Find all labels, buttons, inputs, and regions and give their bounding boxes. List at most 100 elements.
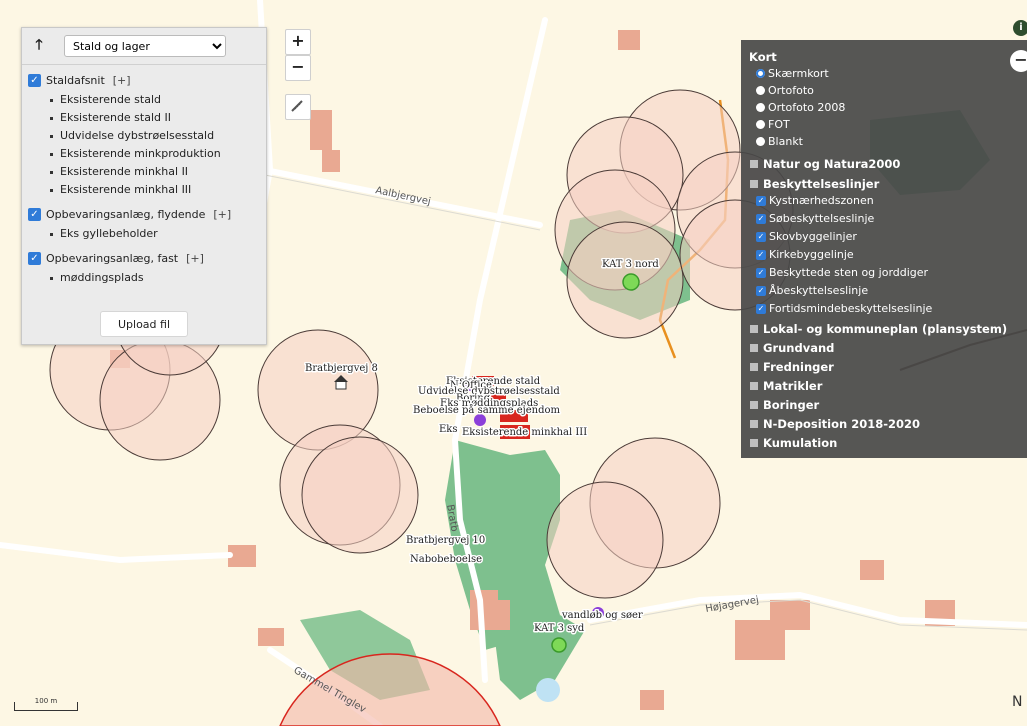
radio-selected-icon	[756, 69, 765, 78]
group-toggle-icon	[750, 363, 758, 371]
layer-fortidsminde[interactable]: ✓ Fortidsmindebeskyttelseslinje	[756, 302, 932, 315]
label-kat3-nord: KAT 3 nord	[602, 259, 659, 270]
group-toggle-icon	[750, 420, 758, 428]
group-label: Opbevaringsanlæg, flydende	[46, 208, 206, 221]
basemap-blankt[interactable]: Blankt	[756, 135, 803, 148]
group-toggle-icon	[750, 401, 758, 409]
checkbox-icon: ✓	[756, 231, 766, 242]
expand-toggle[interactable]: [+]	[213, 208, 231, 221]
legend-group-label: Kumulation	[763, 436, 838, 450]
group-toggle-icon	[750, 325, 758, 333]
north-arrow-icon: N	[1012, 694, 1023, 710]
legend-panel: Kort Skærmkort Ortofoto Ortofoto 2008 FO…	[741, 40, 1027, 458]
layer-item: Eks gyllebeholder	[50, 225, 266, 243]
legend-group-fredninger[interactable]: Fredninger	[750, 360, 834, 374]
group-toggle-icon	[750, 439, 758, 447]
layer-item: møddingsplads	[50, 269, 266, 287]
radio-icon	[756, 103, 765, 112]
legend-group-label: Boringer	[763, 398, 820, 412]
label-nabobeboelse: Nabobeboelse	[410, 554, 482, 565]
label-eks: Eks	[439, 424, 458, 435]
basemap-label: Ortofoto 2008	[768, 101, 846, 114]
layer-label: Åbeskyttelseslinje	[769, 284, 869, 297]
group-label: Opbevaringsanlæg, fast	[46, 252, 179, 265]
checkbox-icon: ✓	[756, 249, 766, 260]
legend-group-boringer[interactable]: Boringer	[750, 398, 819, 412]
layer-group-flydende: ✓ Opbevaringsanlæg, flydende [+] Eks gyl…	[28, 208, 266, 243]
expand-toggle[interactable]: [+]	[186, 252, 204, 265]
checkbox-icon: ✓	[756, 303, 766, 314]
legend-group-label: Beskyttelseslinjer	[763, 177, 880, 191]
basemap-label: FOT	[768, 118, 790, 131]
layer-skovbyggelinjer[interactable]: ✓ Skovbyggelinjer	[756, 230, 857, 243]
group-toggle-icon	[750, 344, 758, 352]
legend-group-label: N-Deposition 2018-2020	[763, 417, 920, 431]
layer-beskyttede-sten[interactable]: ✓ Beskyttede sten og jorddiger	[756, 266, 928, 279]
legend-group-natur[interactable]: Natur og Natura2000	[750, 157, 900, 171]
label-vandlob: vandløb og søer	[561, 610, 643, 621]
legend-group-label: Matrikler	[763, 379, 823, 393]
legend-group-label: Lokal- og kommuneplan (plansystem)	[763, 322, 1008, 336]
kat3-nord-marker[interactable]	[622, 273, 640, 291]
group-toggle-icon	[750, 160, 758, 168]
layer-label: Fortidsmindebeskyttelseslinje	[769, 302, 933, 315]
basemap-label: Blankt	[768, 135, 803, 148]
basemap-label: Ortofoto	[768, 84, 814, 97]
layer-item: Eksisterende stald	[50, 91, 266, 109]
layer-sobeskyttelseslinje[interactable]: ✓ Søbeskyttelseslinje	[756, 212, 874, 225]
ruler-icon	[291, 100, 303, 112]
layer-kystnaerhedszonen[interactable]: ✓ Kystnærhedszonen	[756, 194, 874, 207]
layer-panel: 🡑 Stald og lager ✓ Staldafsnit [+] Eksis…	[21, 27, 267, 345]
panel-toolbar: 🡑 Stald og lager	[22, 28, 266, 65]
expand-toggle[interactable]: [+]	[113, 74, 131, 87]
layer-label: Kystnærhedszonen	[769, 194, 874, 207]
legend-group-plansystem[interactable]: Lokal- og kommuneplan (plansystem)	[750, 322, 1007, 336]
legend-group-n-deposition[interactable]: N-Deposition 2018-2020	[750, 417, 920, 431]
kat3-syd-marker[interactable]	[551, 637, 567, 653]
dataset-select[interactable]: Stald og lager	[64, 35, 226, 57]
group-label: Staldafsnit	[46, 74, 105, 87]
checkbox-icon: ✓	[756, 213, 766, 224]
checkbox-icon: ✓	[756, 285, 766, 296]
layer-group-fast: ✓ Opbevaringsanlæg, fast [+] møddingspla…	[28, 252, 266, 287]
layer-item: Udvidelse dybstrøelsesstald	[50, 127, 266, 145]
lake	[536, 678, 560, 702]
checkbox-fast[interactable]: ✓	[28, 252, 41, 265]
layer-label: Søbeskyttelseslinje	[769, 212, 875, 225]
zoom-in-button[interactable]: +	[285, 29, 311, 55]
info-icon[interactable]: i	[1013, 20, 1027, 36]
checkbox-icon: ✓	[756, 195, 766, 206]
radio-icon	[756, 86, 765, 95]
group-toggle-icon	[750, 382, 758, 390]
layer-label: Skovbyggelinjer	[769, 230, 857, 243]
group-toggle-icon	[750, 180, 758, 188]
up-arrow-icon[interactable]: 🡑	[30, 34, 48, 58]
layer-kirkebyggelinje[interactable]: ✓ Kirkebyggelinje	[756, 248, 854, 261]
label-bratbjergvej-8: Bratbjergvej 8	[305, 363, 378, 374]
label-minkhal-3: Eksisterende minkhal III	[462, 427, 587, 438]
checkbox-icon: ✓	[756, 267, 766, 278]
legend-group-kumulation[interactable]: Kumulation	[750, 436, 837, 450]
radio-icon	[756, 120, 765, 129]
legend-group-beskyttelse[interactable]: Beskyttelseslinjer	[750, 177, 879, 191]
upload-button[interactable]: Upload fil	[100, 311, 188, 337]
scale-bar: 100 m	[14, 697, 78, 711]
zoom-out-button[interactable]: −	[285, 55, 311, 81]
legend-group-label: Natur og Natura2000	[763, 157, 901, 171]
layer-label: Kirkebyggelinje	[769, 248, 854, 261]
legend-collapse-button[interactable]: −	[1010, 50, 1027, 72]
layer-item: Eksisterende stald II	[50, 109, 266, 127]
basemap-ortofoto[interactable]: Ortofoto	[756, 84, 814, 97]
label-beboelse: Beboelse på samme ejendom	[413, 404, 561, 416]
basemap-label: Skærmkort	[768, 67, 829, 80]
basemap-ortofoto-2008[interactable]: Ortofoto 2008	[756, 101, 845, 114]
checkbox-flydende[interactable]: ✓	[28, 208, 41, 221]
basemap-skaermkort[interactable]: Skærmkort	[756, 67, 829, 80]
checkbox-staldafsnit[interactable]: ✓	[28, 74, 41, 87]
legend-group-matrikler[interactable]: Matrikler	[750, 379, 822, 393]
layer-abeskyttelseslinje[interactable]: ✓ Åbeskyttelseslinje	[756, 284, 868, 297]
scale-label: 100 m	[34, 697, 58, 705]
basemap-fot[interactable]: FOT	[756, 118, 790, 131]
legend-group-grundvand[interactable]: Grundvand	[750, 341, 834, 355]
measure-button[interactable]	[285, 94, 311, 120]
